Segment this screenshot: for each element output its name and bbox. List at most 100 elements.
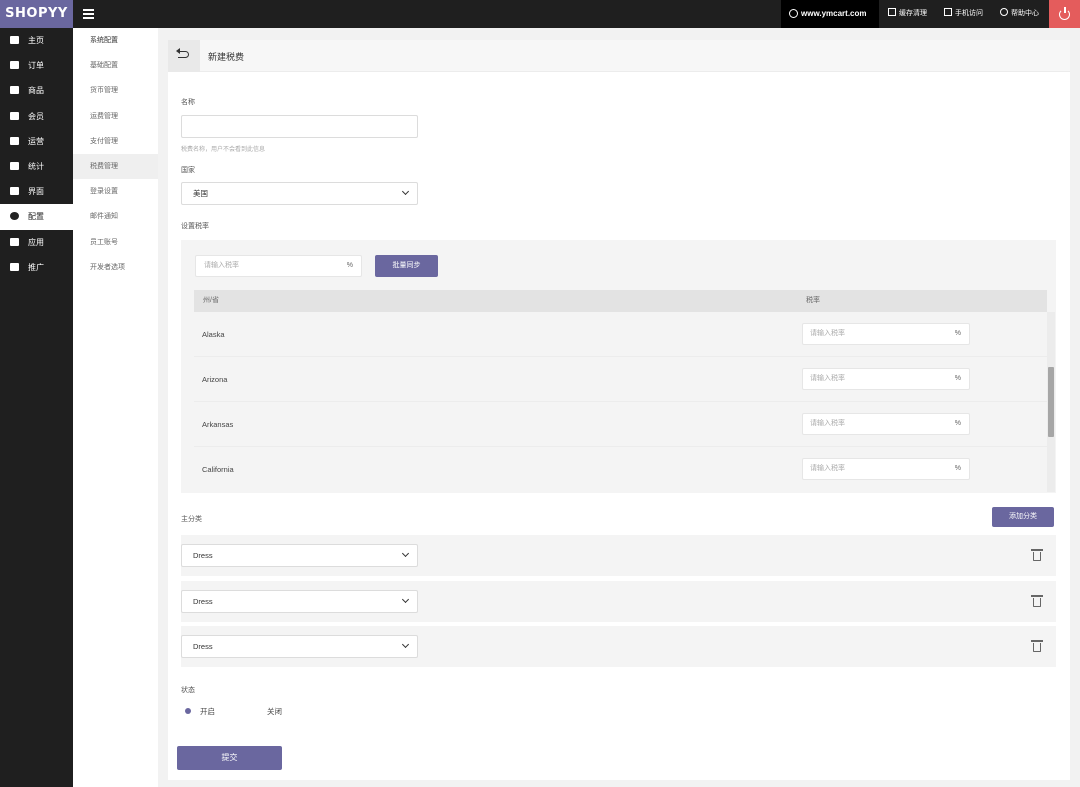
rate-placeholder: 请输入税率 <box>810 330 845 337</box>
subnav-item-developer[interactable]: 开发者选项 <box>73 255 158 280</box>
nav-label: 统计 <box>28 161 44 171</box>
config-subnav: 系统配置 基础配置 货币管理 运费管理 支付管理 税费管理 登录设置 邮件通知 … <box>73 28 158 787</box>
nav-label: 主页 <box>28 36 44 45</box>
batch-sync-button[interactable]: 批量同步 <box>375 255 438 277</box>
table-header: 州/省 税率 <box>194 290 1047 312</box>
category-row: Dress <box>181 626 1056 667</box>
nav-item-promotion[interactable]: 推广 <box>0 255 73 280</box>
subnav-item-payment[interactable]: 支付管理 <box>73 129 158 154</box>
nav-item-operations[interactable]: 运营 <box>0 129 73 154</box>
name-input[interactable] <box>181 115 418 138</box>
site-url: www.ymcart.com <box>801 9 867 18</box>
mobile-access-button[interactable]: 手机访问 <box>944 0 983 28</box>
rate-placeholder: 请输入税率 <box>810 465 845 472</box>
state-rate-input[interactable]: 请输入税率% <box>802 323 970 345</box>
page-title: 新建税费 <box>208 52 245 62</box>
table-row: Arizona 请输入税率% <box>194 357 1047 402</box>
table-scrollbar[interactable] <box>1047 312 1055 492</box>
country-value: 美国 <box>193 189 208 198</box>
category-row: Dress <box>181 535 1056 576</box>
nav-item-apps[interactable]: 应用 <box>0 230 73 255</box>
percent-sign: % <box>346 262 353 269</box>
home-icon <box>10 36 19 44</box>
clear-cache-button[interactable]: 缓存清理 <box>888 0 927 28</box>
table-row: Alaska 请输入税率% <box>194 312 1047 357</box>
country-select[interactable]: 美国 <box>181 182 418 205</box>
nav-item-statistics[interactable]: 统计 <box>0 154 73 179</box>
state-rate-input[interactable]: 请输入税率% <box>802 368 970 390</box>
clear-cache-label: 缓存清理 <box>899 10 927 17</box>
rate-placeholder: 请输入税率 <box>810 420 845 427</box>
subnav-item-shipping[interactable]: 运费管理 <box>73 104 158 129</box>
nav-item-products[interactable]: 商品 <box>0 78 73 103</box>
nav-item-members[interactable]: 会员 <box>0 104 73 129</box>
subnav-item-staff[interactable]: 员工账号 <box>73 230 158 255</box>
submit-button[interactable]: 提交 <box>177 746 282 770</box>
category-row: Dress <box>181 581 1056 622</box>
status-on-label: 开启 <box>200 707 215 716</box>
tax-rate-label: 设置税率 <box>181 223 209 230</box>
tax-rate-table: 州/省 税率 Alaska 请输入税率% Arizona 请输入税率% Arka… <box>194 290 1047 492</box>
chevron-down-icon <box>401 187 410 196</box>
rate-placeholder: 请输入税率 <box>810 375 845 382</box>
subnav-item-basic-config[interactable]: 基础配置 <box>73 53 158 78</box>
top-bar: SHOPYY www.ymcart.com 缓存清理 手机访问 帮助中心 <box>0 0 1080 28</box>
delete-category-icon[interactable] <box>1031 640 1043 652</box>
radio-selected-icon <box>185 708 191 714</box>
product-icon <box>10 86 19 95</box>
nav-label: 配置 <box>28 212 44 222</box>
main-sidebar: 主页 订单 商品 会员 运营 统计 界面 配置 应用 推广 <box>0 28 73 787</box>
percent-sign: % <box>954 465 961 472</box>
state-name: Arizona <box>202 375 228 384</box>
help-center-button[interactable]: 帮助中心 <box>1000 0 1039 28</box>
page-header: 新建税费 <box>168 40 1070 72</box>
megaphone-icon <box>10 136 19 145</box>
nav-item-home[interactable]: 主页 <box>0 28 73 53</box>
batch-rate-input[interactable]: 请输入税率% <box>195 255 362 277</box>
delete-category-icon[interactable] <box>1031 549 1043 561</box>
chart-icon <box>10 161 19 170</box>
chevron-down-icon <box>401 595 410 604</box>
subnav-item-system-config[interactable]: 系统配置 <box>73 28 158 53</box>
power-button[interactable] <box>1049 0 1080 28</box>
main-panel: 新建税费 名称 税费名称，用户不会看到此信息 国家 美国 设置税率 请输入税率%… <box>168 40 1070 780</box>
delete-category-icon[interactable] <box>1031 595 1043 607</box>
logo[interactable]: SHOPYY <box>0 0 73 28</box>
nav-label: 运营 <box>28 136 44 146</box>
status-label: 状态 <box>181 687 195 694</box>
layout-icon <box>10 187 19 196</box>
state-rate-input[interactable]: 请输入税率% <box>802 413 970 435</box>
nav-label: 会员 <box>28 111 44 121</box>
back-button[interactable] <box>168 40 200 72</box>
menu-toggle-icon[interactable] <box>83 9 94 19</box>
category-select[interactable]: Dress <box>181 544 418 567</box>
status-off-radio[interactable]: 关闭 <box>252 706 282 717</box>
add-category-button[interactable]: 添加分类 <box>992 507 1054 527</box>
nav-item-orders[interactable]: 订单 <box>0 53 73 78</box>
category-value: Dress <box>193 551 213 560</box>
apps-icon <box>10 237 19 246</box>
subnav-item-tax[interactable]: 税费管理 <box>73 153 158 180</box>
gear-icon <box>10 212 19 221</box>
country-label: 国家 <box>181 167 195 174</box>
category-select[interactable]: Dress <box>181 635 418 658</box>
table-row: California 请输入税率% <box>194 447 1047 492</box>
state-rate-input[interactable]: 请输入税率% <box>802 458 970 480</box>
subnav-item-email[interactable]: 邮件通知 <box>73 204 158 229</box>
subnav-item-currency[interactable]: 货币管理 <box>73 78 158 103</box>
nav-item-interface[interactable]: 界面 <box>0 179 73 204</box>
status-on-radio[interactable]: 开启 <box>185 706 215 717</box>
subnav-item-login[interactable]: 登录设置 <box>73 179 158 204</box>
nav-item-config[interactable]: 配置 <box>0 204 73 230</box>
chevron-down-icon <box>401 549 410 558</box>
site-link[interactable]: www.ymcart.com <box>781 0 879 28</box>
nav-label: 推广 <box>28 262 44 272</box>
nav-label: 商品 <box>28 86 44 96</box>
send-icon <box>10 262 19 271</box>
nav-label: 应用 <box>28 237 44 247</box>
category-select[interactable]: Dress <box>181 590 418 613</box>
scrollbar-thumb[interactable] <box>1048 367 1054 437</box>
globe-icon <box>789 9 798 18</box>
percent-sign: % <box>954 375 961 382</box>
category-value: Dress <box>193 642 213 651</box>
